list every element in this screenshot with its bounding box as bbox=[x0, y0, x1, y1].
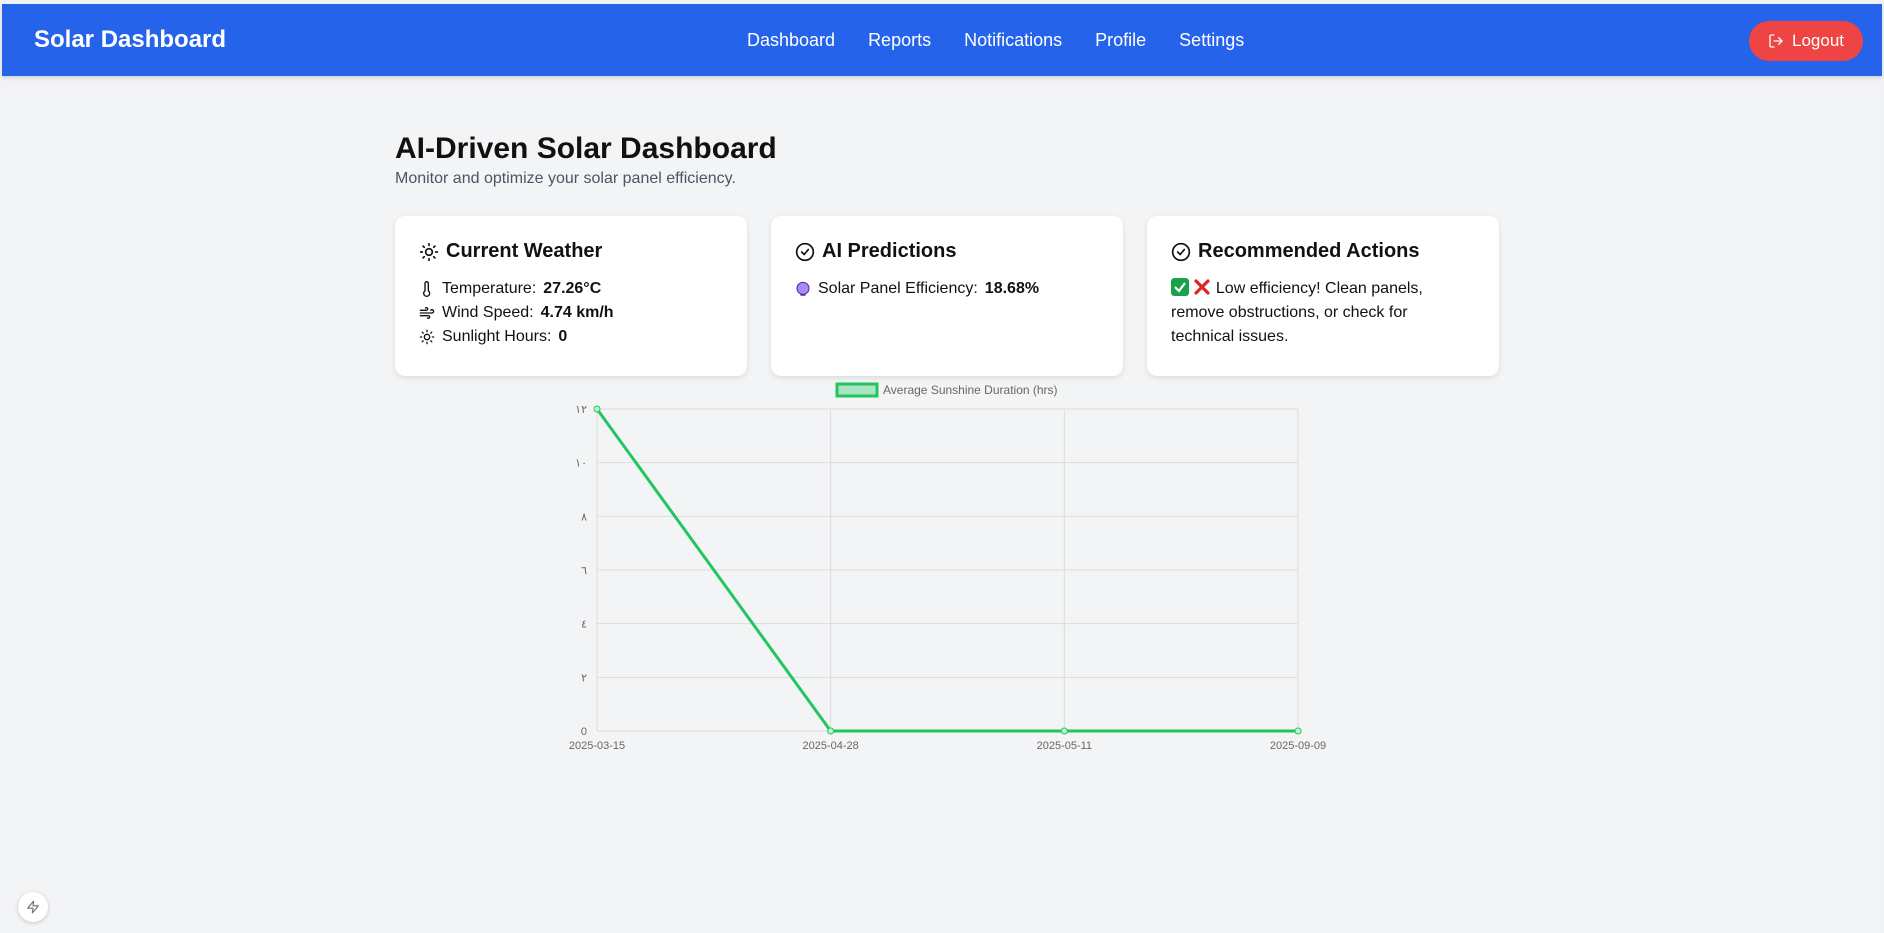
sunlight-row: Sunlight Hours: 0 bbox=[419, 325, 723, 349]
weather-title: Current Weather bbox=[446, 240, 603, 262]
actions-card: Recommended Actions Low efficiency! Clea… bbox=[1147, 216, 1499, 376]
check-mark-icon bbox=[1171, 278, 1189, 296]
y-tick-label: ١٠ bbox=[575, 458, 587, 470]
temperature-value: 27.26°C bbox=[543, 280, 602, 297]
data-point bbox=[1294, 727, 1302, 735]
y-tick-label: ٢ bbox=[581, 672, 587, 684]
efficiency-row: Solar Panel Efficiency: 18.68% bbox=[795, 277, 1099, 301]
y-tick-label: 0 bbox=[581, 726, 587, 738]
action-recommendation: Low efficiency! Clean panels, remove obs… bbox=[1171, 277, 1475, 349]
x-tick-label: 2025-04-28 bbox=[803, 740, 859, 752]
logout-button[interactable]: Logout bbox=[1749, 21, 1863, 61]
logout-icon bbox=[1769, 34, 1783, 48]
x-tick-label: 2025-09-09 bbox=[1270, 740, 1326, 752]
page-subtitle: Monitor and optimize your solar panel ef… bbox=[395, 170, 736, 187]
sun-icon bbox=[419, 242, 439, 261]
data-point bbox=[1060, 727, 1068, 735]
predictions-card: AI Predictions Solar Panel Efficiency: 1… bbox=[771, 216, 1123, 376]
efficiency-label: Solar Panel Efficiency: bbox=[818, 280, 978, 297]
cross-mark-icon bbox=[1194, 279, 1211, 295]
temperature-row: Temperature: 27.26°C bbox=[419, 277, 723, 301]
y-tick-label: ١٢ bbox=[575, 404, 587, 416]
efficiency-value: 18.68% bbox=[984, 280, 1040, 297]
sunshine-chart: 0 ٢ ٤ ٦ ٨ ١٠ ١٢ 2025-03-15 2025-04-28 2025-05-11 2… bbox=[569, 382, 1326, 752]
sunlight-value: 0 bbox=[558, 328, 568, 345]
page-title: AI-Driven Solar Dashboard bbox=[395, 132, 777, 165]
weather-card: Current Weather Temperature: 27.26°C Win… bbox=[395, 216, 747, 376]
data-point bbox=[827, 727, 835, 735]
action-bold: Low efficiency! bbox=[1215, 280, 1321, 297]
nav-link-profile[interactable]: Profile bbox=[1095, 30, 1146, 51]
weather-card-title: Current Weather bbox=[419, 240, 723, 263]
data-point bbox=[593, 405, 601, 413]
wind-label: Wind Speed: bbox=[442, 304, 534, 321]
legend-swatch bbox=[835, 382, 879, 398]
actions-title: Recommended Actions bbox=[1198, 240, 1420, 262]
x-tick-label: 2025-03-15 bbox=[569, 740, 625, 752]
brain-icon bbox=[796, 281, 810, 296]
nav-link-settings[interactable]: Settings bbox=[1179, 30, 1244, 51]
sunlight-label: Sunlight Hours: bbox=[442, 328, 552, 345]
nav-link-dashboard[interactable]: Dashboard bbox=[747, 30, 835, 51]
check-circle-icon bbox=[1171, 242, 1191, 261]
predictions-title: AI Predictions bbox=[822, 240, 957, 262]
check-circle-icon bbox=[795, 242, 815, 261]
y-tick-label: ٦ bbox=[581, 565, 587, 577]
x-tick-label: 2025-05-11 bbox=[1037, 740, 1092, 752]
sun-small-icon bbox=[419, 329, 435, 345]
navbar: Solar Dashboard Dashboard Reports Notifi… bbox=[2, 4, 1882, 76]
wind-icon bbox=[419, 307, 435, 319]
temperature-label: Temperature: bbox=[442, 280, 537, 297]
thermometer-icon bbox=[423, 281, 431, 297]
actions-card-title: Recommended Actions bbox=[1171, 240, 1475, 263]
nav-links: Dashboard Reports Notifications Profile … bbox=[747, 30, 1244, 51]
brand-title[interactable]: Solar Dashboard bbox=[34, 26, 226, 54]
wind-row: Wind Speed: 4.74 km/h bbox=[419, 301, 723, 325]
y-tick-label: ٤ bbox=[581, 619, 587, 631]
logout-label: Logout bbox=[1792, 31, 1844, 50]
nav-link-notifications[interactable]: Notifications bbox=[964, 30, 1062, 51]
predictions-card-title: AI Predictions bbox=[795, 240, 1099, 263]
nav-link-reports[interactable]: Reports bbox=[868, 30, 931, 51]
legend-label: Average Sunshine Duration (hrs) bbox=[883, 383, 1058, 397]
wind-value: 4.74 km/h bbox=[540, 304, 614, 321]
lightning-icon bbox=[27, 900, 39, 914]
y-tick-label: ٨ bbox=[581, 511, 587, 523]
bolt-button[interactable] bbox=[18, 892, 48, 922]
